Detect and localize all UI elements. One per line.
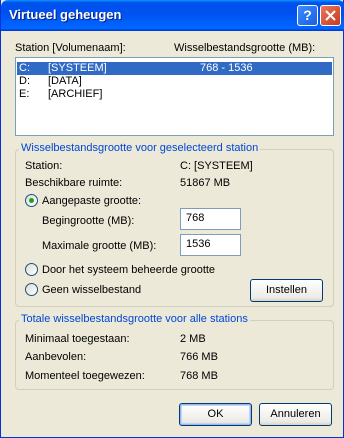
station-column-header: Station [Volumenaam]: [15,42,126,54]
minimum-allowed-label: Minimaal toegestaan: [25,333,130,345]
initial-size-label: Begingrootte (MB): [42,215,135,227]
recommended-value: 766 MB [180,351,218,363]
drive-letter: D: [19,75,30,87]
maximum-size-label: Maximale grootte (MB): [42,240,157,252]
custom-size-radio[interactable] [25,194,38,207]
cancel-button[interactable]: Annuleren [259,403,332,426]
set-button[interactable]: Instellen [250,279,323,302]
drive-row-d[interactable]: D: [DATA] [17,75,332,88]
no-paging-file-radio[interactable] [25,283,38,296]
no-paging-file-label[interactable]: Geen wisselbestand [42,284,141,296]
recommended-label: Aanbevolen: [25,351,87,363]
drive-row-e[interactable]: E: [ARCHIEF] [17,88,332,101]
maximum-size-input[interactable]: 1536 [180,234,241,256]
available-space-label: Beschikbare ruimte: [25,177,123,189]
system-managed-radio[interactable] [25,263,38,276]
custom-size-label[interactable]: Aangepaste grootte: [42,195,141,207]
currently-allocated-value: 768 MB [180,370,218,382]
available-space-value: 51867 MB [180,177,231,189]
title-bar[interactable]: Virtueel geheugen ? [1,0,344,31]
help-icon: ? [303,7,312,23]
close-icon [325,10,336,21]
drive-volume-name: [SYSTEEM] [48,62,107,74]
size-column-header: Wisselbestandsgrootte (MB): [174,42,316,54]
virtual-memory-dialog: Virtueel geheugen ? Station [Volumenaam]… [0,0,344,438]
selected-station-group-title: Wisselbestandsgrootte voor geselecteerd … [19,142,261,154]
drive-letter: C: [19,62,30,74]
window-title: Virtueel geheugen [9,7,122,22]
close-button[interactable] [320,5,341,26]
drive-letter: E: [19,88,30,100]
drive-volume-name: [DATA] [48,75,82,87]
drive-volume-name: [ARCHIEF] [48,88,103,100]
system-managed-label[interactable]: Door het systeem beheerde grootte [42,264,215,276]
currently-allocated-label: Momenteel toegewezen: [25,370,145,382]
drive-page-size: 768 - 1536 [200,62,253,74]
initial-size-input[interactable]: 768 [180,208,241,230]
minimum-allowed-value: 2 MB [180,333,206,345]
totals-group-title: Totale wisselbestandsgrootte voor alle s… [19,313,250,325]
drive-list[interactable]: C: [SYSTEEM] 768 - 1536 D: [DATA] E: [AR… [15,57,334,136]
help-button[interactable]: ? [297,5,318,26]
station-value: C: [SYSTEEM] [180,160,253,172]
drive-row-c[interactable]: C: [SYSTEEM] 768 - 1536 [17,62,332,75]
station-label: Station: [25,160,63,172]
ok-button[interactable]: OK [179,403,252,426]
